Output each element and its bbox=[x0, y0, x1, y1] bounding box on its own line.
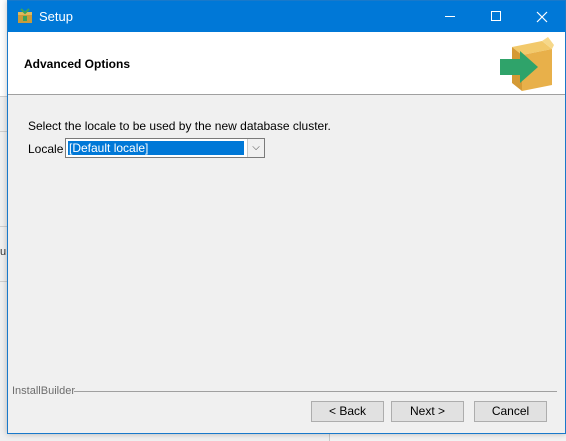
installbuilder-brand: InstallBuilder bbox=[12, 385, 75, 397]
footer-divider bbox=[74, 391, 557, 392]
next-button[interactable]: Next > bbox=[391, 401, 464, 422]
locale-dropdown[interactable]: [Default locale] ⌵ bbox=[65, 138, 265, 158]
setup-package-icon bbox=[18, 8, 32, 23]
maximize-button[interactable] bbox=[473, 1, 519, 32]
maximize-icon bbox=[491, 11, 501, 21]
back-button[interactable]: < Back bbox=[311, 401, 384, 422]
locale-label: Locale bbox=[28, 142, 64, 156]
minimize-button[interactable] bbox=[427, 1, 473, 32]
locale-selected-value: [Default locale] bbox=[68, 141, 244, 155]
title-bar[interactable]: Setup bbox=[8, 1, 565, 32]
locale-description: Select the locale to be used by the new … bbox=[28, 119, 331, 133]
box-arrow-icon bbox=[500, 37, 554, 91]
close-button[interactable] bbox=[519, 1, 565, 32]
setup-dialog: Setup Advanced Options Select the locale… bbox=[7, 0, 566, 434]
chevron-down-icon[interactable]: ⌵ bbox=[247, 139, 264, 157]
close-icon bbox=[536, 11, 548, 23]
page-title: Advanced Options bbox=[24, 57, 131, 71]
cancel-button[interactable]: Cancel bbox=[474, 401, 547, 422]
window-title: Setup bbox=[39, 9, 73, 24]
minimize-icon bbox=[445, 16, 455, 17]
page-header: Advanced Options bbox=[8, 32, 565, 95]
